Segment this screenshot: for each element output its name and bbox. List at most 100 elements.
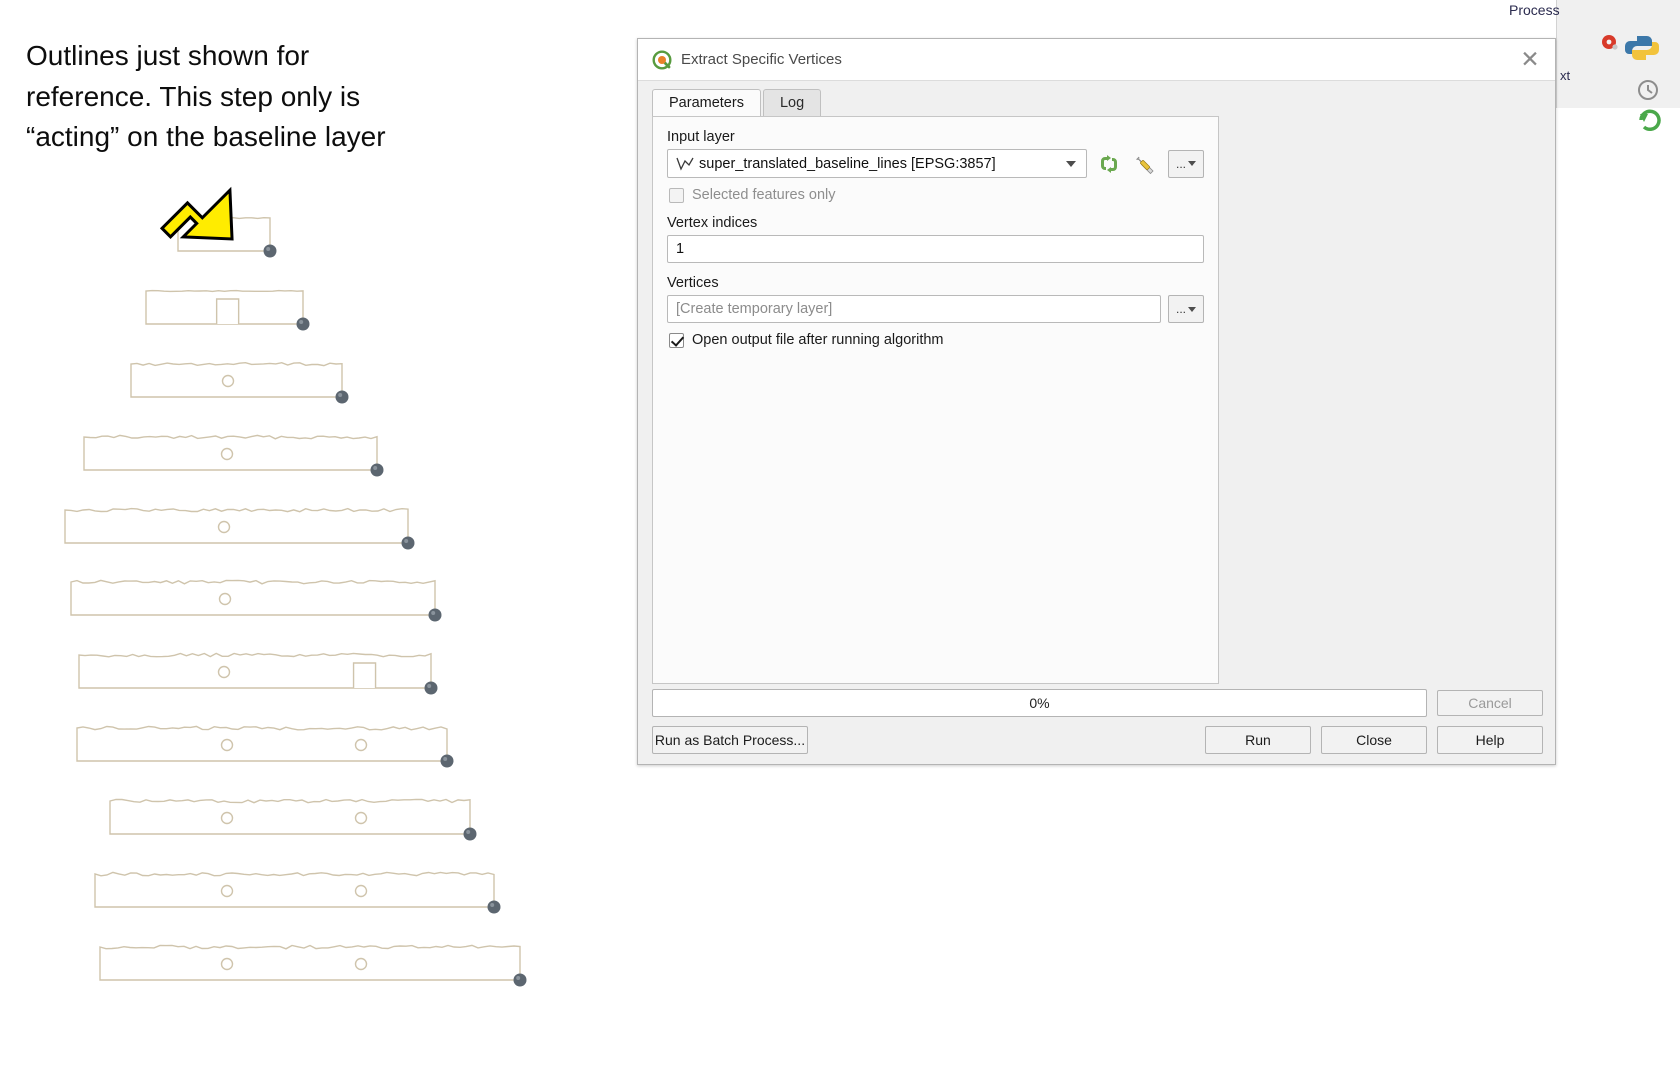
- python-icon: [1625, 36, 1659, 60]
- extract-specific-vertices-dialog: Extract Specific Vertices ✕ Parameters L…: [637, 38, 1556, 765]
- vertices-output-browse-label: ...: [1175, 302, 1186, 316]
- iterate-over-features-icon[interactable]: [1094, 149, 1124, 178]
- yellow-arrow-icon: [159, 186, 234, 241]
- input-layer-label: Input layer: [667, 129, 735, 145]
- baseline-polygon: [76, 725, 448, 762]
- vertices-output-browse-button[interactable]: ...: [1168, 295, 1204, 323]
- run-button[interactable]: Run: [1205, 726, 1311, 754]
- polygon-hole: [354, 884, 368, 898]
- vertex-dot-highlight: [443, 757, 448, 761]
- dialog-titlebar: Extract Specific Vertices ✕: [638, 39, 1555, 81]
- background-toolbar-label: xt: [1560, 68, 1571, 83]
- vertex-dot-highlight: [490, 903, 495, 907]
- baseline-polygon: [78, 652, 432, 689]
- tab-parameters[interactable]: Parameters: [652, 89, 761, 117]
- vertex-dot-highlight: [431, 611, 436, 615]
- red-gear-icon: [1602, 35, 1618, 50]
- extracted-vertex-dot: [463, 827, 477, 841]
- vertex-dot-highlight: [266, 247, 271, 251]
- polygon-hole: [220, 811, 234, 825]
- processing-panel-title: Process: [1509, 2, 1560, 18]
- extracted-vertex-dot: [401, 536, 415, 550]
- vertex-indices-input[interactable]: 1: [667, 235, 1204, 263]
- extracted-vertex-dot: [296, 317, 310, 331]
- selected-features-only-checkbox[interactable]: [669, 187, 684, 203]
- dialog-tabs: Parameters Log: [652, 89, 823, 117]
- extracted-vertex-dot: [428, 608, 442, 622]
- parameters-panel: Input layer super_translated_baseline_li…: [652, 116, 1219, 684]
- vertices-output-label: Vertices: [667, 275, 719, 291]
- open-output-row[interactable]: Open output file after running algorithm: [669, 332, 1204, 348]
- extracted-vertex-dot: [263, 244, 277, 258]
- line-layer-icon: [676, 157, 694, 171]
- extracted-vertex-dot: [370, 463, 384, 477]
- polygon-hole: [220, 738, 234, 752]
- vertices-output-row: [Create temporary layer] ...: [667, 295, 1204, 323]
- vertex-indices-label: Vertex indices: [667, 215, 758, 231]
- open-output-label: Open output file after running algorithm: [692, 332, 944, 348]
- vertex-dot-highlight: [373, 466, 378, 470]
- progress-row: 0% Cancel: [652, 685, 1543, 721]
- baseline-polygon: [130, 361, 343, 398]
- polygon-hole: [217, 665, 231, 679]
- ellipsis-dropdown-icon: [1188, 161, 1196, 166]
- wrench-icon[interactable]: [1131, 149, 1161, 178]
- cancel-button[interactable]: Cancel: [1437, 690, 1543, 716]
- extracted-vertex-dot: [335, 390, 349, 404]
- vertex-dot-highlight: [404, 539, 409, 543]
- chevron-down-icon[interactable]: [1066, 160, 1076, 167]
- history-icon: [1638, 80, 1658, 100]
- progress-bar: 0%: [652, 689, 1427, 717]
- close-icon[interactable]: ✕: [1515, 45, 1545, 75]
- input-layer-browse-label: ...: [1175, 156, 1186, 171]
- baseline-polygon: [70, 579, 436, 616]
- polygon-hole: [217, 520, 231, 534]
- background-icons: [1602, 35, 1661, 132]
- ellipsis-dropdown-icon: [1188, 306, 1196, 312]
- baseline-polygon-notch: [215, 298, 240, 324]
- input-layer-value: super_translated_baseline_lines [EPSG:38…: [699, 155, 996, 172]
- baseline-polygon: [94, 871, 495, 908]
- polygon-hole: [218, 592, 232, 606]
- vertex-dot-highlight: [299, 320, 304, 324]
- help-button[interactable]: Help: [1437, 726, 1543, 754]
- polygon-hole: [354, 811, 368, 825]
- input-layer-browse-button[interactable]: ...: [1168, 149, 1204, 178]
- dialog-button-row: Run as Batch Process... Run Close Help: [652, 722, 1543, 758]
- selected-features-only-row[interactable]: Selected features only: [669, 187, 1204, 203]
- polygon-hole: [220, 957, 234, 971]
- run-as-batch-button[interactable]: Run as Batch Process...: [652, 726, 808, 754]
- baseline-outlines-canvas: [64, 186, 527, 987]
- open-output-checkbox[interactable]: [669, 332, 684, 348]
- polygon-hole: [221, 374, 235, 388]
- polygon-hole: [220, 884, 234, 898]
- baseline-polygon: [83, 434, 378, 471]
- close-button[interactable]: Close: [1321, 726, 1427, 754]
- vertices-output-input[interactable]: [Create temporary layer]: [667, 295, 1161, 323]
- extracted-vertex-dot: [424, 681, 438, 695]
- vertex-dot-highlight: [466, 830, 471, 834]
- refresh-icon: [1639, 109, 1661, 132]
- polygon-hole: [354, 738, 368, 752]
- dialog-title: Extract Specific Vertices: [681, 51, 842, 68]
- vertex-dot-highlight: [427, 684, 432, 688]
- baseline-polygon: [109, 798, 471, 835]
- extracted-vertex-dot: [487, 900, 501, 914]
- selected-features-only-label: Selected features only: [692, 187, 836, 203]
- extracted-vertex-dot: [513, 973, 527, 987]
- baseline-polygon-notch: [352, 662, 377, 688]
- vertex-dot-highlight: [516, 976, 521, 980]
- input-layer-row: super_translated_baseline_lines [EPSG:38…: [667, 149, 1204, 178]
- polygon-hole: [354, 957, 368, 971]
- background-app-chrome: [1556, 0, 1680, 1069]
- baseline-polygon: [64, 507, 409, 544]
- input-layer-combo[interactable]: super_translated_baseline_lines [EPSG:38…: [667, 149, 1087, 178]
- vertex-dot-highlight: [338, 393, 343, 397]
- qgis-logo-icon: [652, 49, 672, 70]
- tab-log[interactable]: Log: [762, 89, 822, 117]
- primary-buttons: Run Close Help: [1205, 726, 1543, 754]
- polygon-hole: [220, 447, 234, 461]
- baseline-polygon: [99, 944, 521, 981]
